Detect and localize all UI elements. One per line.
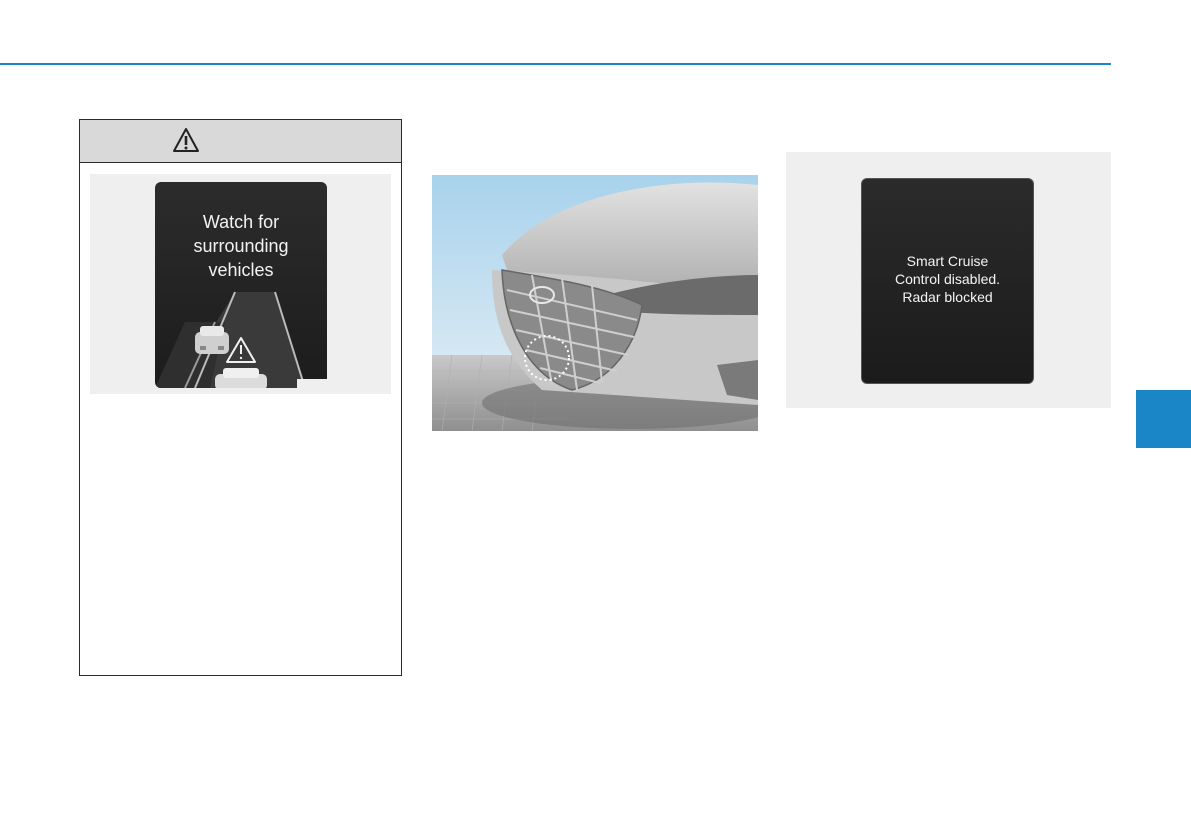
cluster-illustration: Watch for surrounding vehicles (90, 174, 391, 394)
car-icon (195, 326, 229, 354)
warning-header (80, 120, 401, 163)
cluster-message: Smart Cruise Control disabled. Radar blo… (894, 253, 1001, 305)
figure-code-mask (297, 379, 327, 388)
warning-box: Watch for surrounding vehicles (79, 119, 402, 676)
car-illustration (432, 175, 758, 431)
cluster-screen: Smart Cruise Control disabled. Radar blo… (861, 178, 1034, 384)
cluster-illustration: Smart Cruise Control disabled. Radar blo… (786, 152, 1111, 408)
cluster-message: Watch for surrounding vehicles (193, 212, 289, 280)
car-front-photo (432, 175, 758, 431)
chapter-tab (1136, 390, 1191, 448)
cluster-screen: Watch for surrounding vehicles (155, 182, 327, 388)
warning-triangle-icon (173, 128, 199, 152)
road-graphic (155, 291, 306, 388)
header-rule (0, 63, 1111, 65)
